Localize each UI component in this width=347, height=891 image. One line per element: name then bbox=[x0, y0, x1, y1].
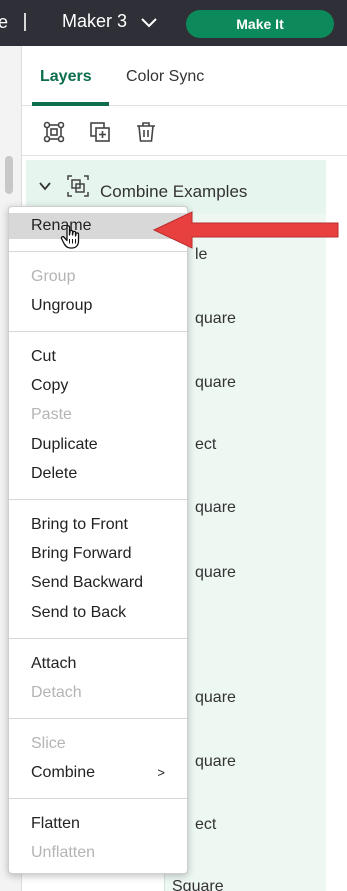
menu-divider bbox=[9, 798, 187, 799]
menu-item-bring-forward[interactable]: Bring Forward bbox=[9, 541, 187, 567]
chevron-down-icon[interactable] bbox=[140, 15, 158, 29]
submenu-arrow-icon: > bbox=[157, 765, 165, 780]
menu-divider bbox=[9, 718, 187, 719]
menu-item-unflatten: Unflatten bbox=[31, 844, 96, 861]
menu-divider bbox=[9, 331, 187, 332]
menu-item-attach[interactable]: Attach bbox=[9, 651, 187, 677]
layer-children-area bbox=[164, 214, 326, 891]
delete-icon[interactable] bbox=[134, 120, 158, 144]
layer-item-label[interactable]: Square bbox=[172, 878, 224, 891]
menu-divider bbox=[9, 251, 187, 252]
menu-item-send-backward[interactable]: Send Backward bbox=[9, 570, 187, 596]
menu-item-detach: Detach bbox=[31, 684, 82, 701]
menu-item-duplicate[interactable]: Duplicate bbox=[9, 432, 187, 458]
layer-item-label[interactable]: quare bbox=[195, 689, 236, 707]
menu-item-delete[interactable]: Delete bbox=[9, 461, 187, 487]
menu-item-combine-label: Combine bbox=[31, 764, 96, 781]
menu-item-flatten[interactable]: Flatten bbox=[9, 811, 187, 837]
truncated-title: e bbox=[0, 12, 9, 32]
menu-item-slice: Slice bbox=[31, 735, 66, 752]
menu-item-paste: Paste bbox=[31, 406, 72, 423]
annotation-arrow-icon bbox=[152, 211, 339, 249]
layer-item-label[interactable]: quare bbox=[195, 753, 236, 771]
hand-pointer-icon bbox=[60, 225, 80, 249]
chevron-down-icon[interactable] bbox=[38, 180, 52, 192]
menu-item-group: Group bbox=[31, 268, 76, 285]
menu-item-bring-to-front[interactable]: Bring to Front bbox=[9, 512, 187, 538]
combine-group-icon bbox=[67, 175, 89, 197]
layer-group-label: Combine Examples bbox=[100, 182, 248, 201]
layer-item-label[interactable]: quare bbox=[195, 499, 236, 517]
layer-item-label[interactable]: quare bbox=[195, 564, 236, 582]
layers-toolbar bbox=[22, 106, 347, 156]
topbar-divider bbox=[24, 10, 26, 34]
machine-selector-label[interactable]: Maker 3 bbox=[62, 11, 127, 32]
menu-item-copy[interactable]: Copy bbox=[9, 373, 187, 399]
menu-divider bbox=[9, 638, 187, 639]
menu-item-ungroup[interactable]: Ungroup bbox=[9, 293, 187, 319]
layer-item-label[interactable]: ect bbox=[195, 436, 216, 454]
menu-item-cut[interactable]: Cut bbox=[9, 344, 187, 370]
tab-layers[interactable]: Layers bbox=[40, 68, 92, 86]
top-bar: e Maker 3 Make It bbox=[0, 0, 347, 46]
context-menu: Rename Group Ungroup Cut Copy Paste Dupl… bbox=[8, 206, 188, 874]
layer-item-label[interactable]: quare bbox=[195, 310, 236, 328]
menu-item-send-to-back[interactable]: Send to Back bbox=[9, 600, 187, 626]
layer-item-label[interactable]: ect bbox=[195, 816, 216, 834]
duplicate-icon[interactable] bbox=[88, 120, 112, 144]
menu-item-combine[interactable]: Combine > bbox=[9, 760, 187, 786]
canvas-scrollbar[interactable] bbox=[5, 156, 13, 194]
panel-tabs: Layers Color Sync bbox=[22, 46, 347, 106]
group-icon[interactable] bbox=[42, 120, 66, 144]
menu-divider bbox=[9, 499, 187, 500]
layer-item-label[interactable]: quare bbox=[195, 374, 236, 392]
make-it-button[interactable]: Make It bbox=[186, 10, 334, 38]
tab-color-sync[interactable]: Color Sync bbox=[126, 68, 204, 86]
